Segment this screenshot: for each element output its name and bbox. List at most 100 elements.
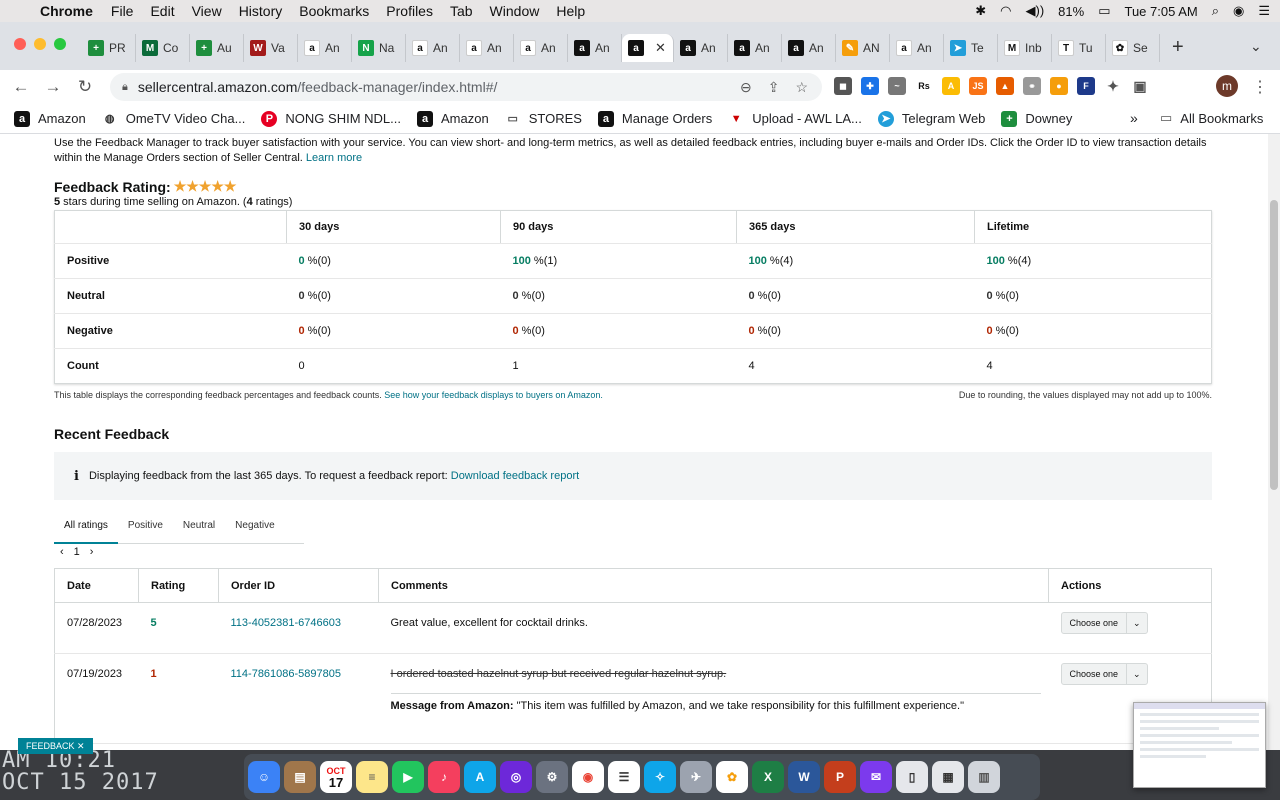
- preview-doc-icon[interactable]: ▯: [896, 761, 928, 793]
- system-preferences-icon[interactable]: ⚙: [536, 761, 568, 793]
- menu-tab[interactable]: Tab: [450, 3, 473, 19]
- browser-tab[interactable]: a An: [460, 34, 514, 62]
- close-icon[interactable]: ✕: [77, 741, 85, 752]
- browser-tab[interactable]: + PR: [82, 34, 136, 62]
- bookmark-ometv[interactable]: ◍ OmeTV Video Cha...: [102, 111, 246, 127]
- chevron-down-icon[interactable]: ⌄: [1127, 618, 1147, 629]
- wifi-icon[interactable]: ◠: [1000, 3, 1011, 19]
- bookmarks-overflow-icon[interactable]: »: [1130, 110, 1138, 126]
- tab-active[interactable]: a ✕: [622, 34, 674, 62]
- extension-off-icon[interactable]: ◼: [834, 77, 852, 95]
- see-feedback-display-link[interactable]: See how your feedback displays to buyers…: [384, 390, 603, 400]
- excel-icon[interactable]: X: [752, 761, 784, 793]
- tab-all-ratings[interactable]: All ratings: [54, 514, 118, 544]
- browser-tab[interactable]: ➤ Te: [944, 34, 998, 62]
- menu-app-name[interactable]: Chrome: [40, 3, 93, 19]
- siri-app-icon[interactable]: ◎: [500, 761, 532, 793]
- browser-tab[interactable]: a An: [728, 34, 782, 62]
- battery-icon[interactable]: ▭: [1098, 3, 1110, 19]
- forward-button[interactable]: →: [42, 77, 64, 97]
- address-bar[interactable]: 🔒︎ sellercentral.amazon.com/feedback-man…: [110, 73, 822, 101]
- app-store-icon[interactable]: A: [464, 761, 496, 793]
- browser-tab[interactable]: a An: [674, 34, 728, 62]
- extension-scout-icon[interactable]: A: [942, 77, 960, 95]
- facetime-icon[interactable]: ▶: [392, 761, 424, 793]
- notes-folder-icon[interactable]: ▤: [284, 761, 316, 793]
- browser-tab[interactable]: N Na: [352, 34, 406, 62]
- menu-view[interactable]: View: [192, 3, 222, 19]
- bookmark-nongshim[interactable]: P NONG SHIM NDL...: [261, 110, 401, 127]
- clock[interactable]: Tue 7:05 AM: [1124, 4, 1197, 19]
- extension-js-icon[interactable]: JS: [969, 77, 987, 95]
- spotlight-search-icon[interactable]: ⌕: [1212, 3, 1219, 19]
- chevron-down-icon[interactable]: ⌄: [1127, 669, 1147, 680]
- extension-f-icon[interactable]: F: [1077, 77, 1095, 95]
- bookmark-amazon[interactable]: a Amazon: [14, 110, 86, 127]
- bookmark-manage-orders[interactable]: a Manage Orders: [597, 110, 712, 127]
- browser-tab[interactable]: a An: [298, 34, 352, 62]
- menu-profiles[interactable]: Profiles: [386, 3, 433, 19]
- volume-icon[interactable]: ◀)): [1026, 3, 1045, 19]
- extension-orange-icon[interactable]: ●: [1050, 77, 1068, 95]
- messenger-icon[interactable]: ✉: [860, 761, 892, 793]
- browser-tab[interactable]: + Au: [190, 34, 244, 62]
- control-center-icon[interactable]: ☰: [1258, 3, 1270, 19]
- close-window-button[interactable]: [14, 38, 26, 50]
- menu-file[interactable]: File: [111, 3, 134, 19]
- next-page-chevron-icon[interactable]: ›: [90, 546, 94, 558]
- extension-sales-icon[interactable]: ~: [888, 77, 906, 95]
- side-panel-icon[interactable]: ▣: [1131, 77, 1149, 95]
- browser-tab[interactable]: M Inb: [998, 34, 1052, 62]
- extension-link-icon[interactable]: ⚭: [1023, 77, 1041, 95]
- profile-avatar[interactable]: m: [1216, 75, 1238, 97]
- downloads-stack-icon[interactable]: ▦: [932, 761, 964, 793]
- lock-icon[interactable]: 🔒︎: [122, 81, 128, 94]
- tab-search-chevron-icon[interactable]: ⌄: [1250, 38, 1262, 55]
- music-icon[interactable]: ♪: [428, 761, 460, 793]
- menu-history[interactable]: History: [239, 3, 283, 19]
- safari-icon[interactable]: ✧: [644, 761, 676, 793]
- finder-icon[interactable]: ☺: [248, 761, 280, 793]
- tab-negative[interactable]: Negative: [225, 514, 284, 544]
- launchpad-icon[interactable]: ✈: [680, 761, 712, 793]
- menu-edit[interactable]: Edit: [150, 3, 174, 19]
- browser-tab[interactable]: W Va: [244, 34, 298, 62]
- chrome-icon[interactable]: ◉: [572, 761, 604, 793]
- choose-action-dropdown[interactable]: Choose one ⌄: [1060, 612, 1148, 634]
- menu-window[interactable]: Window: [490, 3, 540, 19]
- bookmark-star-icon[interactable]: ☆: [795, 79, 808, 96]
- browser-tab[interactable]: M Co: [136, 34, 190, 62]
- powerpoint-icon[interactable]: P: [824, 761, 856, 793]
- extension-off2-icon[interactable]: ▲: [996, 77, 1014, 95]
- bluetooth-icon[interactable]: ✱: [975, 3, 986, 19]
- bookmark-amazon-2[interactable]: a Amazon: [417, 110, 489, 127]
- browser-tab[interactable]: ✎ AN: [836, 34, 890, 62]
- extension-rs-icon[interactable]: Rs: [915, 77, 933, 95]
- reminders-icon[interactable]: ☰: [608, 761, 640, 793]
- feedback-widget-button[interactable]: FEEDBACK ✕: [18, 738, 93, 754]
- browser-tab[interactable]: a An: [890, 34, 944, 62]
- bookmark-downey[interactable]: + Downey: [1001, 110, 1072, 127]
- page-number[interactable]: 1: [74, 546, 80, 558]
- download-report-link[interactable]: Download feedback report: [451, 470, 579, 482]
- menu-help[interactable]: Help: [556, 3, 585, 19]
- calendar-icon[interactable]: OCT 17: [320, 761, 352, 793]
- menu-kebab-icon[interactable]: ⋮: [1252, 77, 1268, 97]
- learn-more-link[interactable]: Learn more: [306, 152, 362, 164]
- tab-close-icon[interactable]: ✕: [655, 40, 666, 56]
- bookmark-upload-awl[interactable]: ▼ Upload - AWL LA...: [728, 111, 862, 127]
- bookmark-folder-stores[interactable]: ▭ STORES: [505, 111, 582, 127]
- browser-tab[interactable]: a An: [782, 34, 836, 62]
- tab-positive[interactable]: Positive: [118, 514, 173, 544]
- prev-page-chevron-icon[interactable]: ‹: [60, 546, 64, 558]
- back-button[interactable]: ←: [10, 77, 32, 97]
- share-icon[interactable]: ⇪: [768, 79, 780, 96]
- menu-bookmarks[interactable]: Bookmarks: [299, 3, 369, 19]
- word-icon[interactable]: W: [788, 761, 820, 793]
- browser-tab[interactable]: a An: [514, 34, 568, 62]
- order-id-link[interactable]: 114-7861086-5897805: [231, 668, 342, 680]
- reload-button[interactable]: ↻: [74, 77, 96, 97]
- browser-tab[interactable]: T Tu: [1052, 34, 1106, 62]
- trash-icon[interactable]: ▥: [968, 761, 1000, 793]
- notes-icon[interactable]: ≡: [356, 761, 388, 793]
